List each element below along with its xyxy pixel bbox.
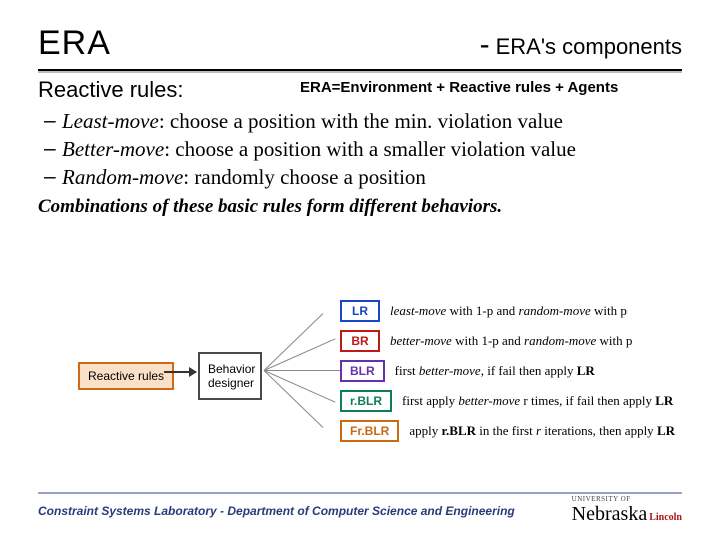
arrow-icon [164, 371, 196, 373]
rule-code-box: Fr.BLR [340, 420, 399, 442]
rule-desc: better-move with 1-p and random-move wit… [390, 333, 632, 349]
bullet-name: Better-move [62, 137, 164, 161]
logo-lincoln: Lincoln [649, 512, 682, 523]
header-left: ERA [38, 24, 111, 63]
bullet-name: Random-move [62, 165, 183, 189]
bullet-dash: – [44, 108, 62, 135]
bullet-desc: : randomly choose a position [183, 165, 426, 189]
connector-line [264, 370, 324, 428]
rule-desc: least-move with 1-p and random-move with… [390, 303, 627, 319]
bullet-dash: – [44, 136, 62, 163]
connector-line [264, 370, 336, 403]
rule-row: LR least-move with 1-p and random-move w… [340, 300, 627, 322]
rule-row: BR better-move with 1-p and random-move … [340, 330, 632, 352]
header-right: -ERA's components [480, 28, 682, 62]
content-block: Reactive rules: – Least-move: choose a p… [0, 96, 720, 219]
rule-row: Fr.BLR apply r.BLR in the first r iterat… [340, 420, 675, 442]
bullet-desc: : choose a position with a smaller viola… [164, 137, 576, 161]
logo-nebraska: Nebraska [572, 503, 648, 525]
connector-line [264, 370, 340, 371]
rule-desc: first apply better-move r times, if fail… [402, 393, 673, 409]
conclusion-line: Combinations of these basic rules form d… [38, 195, 682, 219]
header-subtitle: ERA's components [496, 34, 682, 59]
rule-code-box: BLR [340, 360, 385, 382]
footer-rule [38, 492, 682, 494]
rule-code-box: BR [340, 330, 380, 352]
rule-row: BLR first better-move, if fail then appl… [340, 360, 595, 382]
logo-university-of: UNIVERSITY OF [572, 495, 682, 503]
header-dash: - [480, 28, 496, 61]
behavior-diagram: Reactive rules Behavior designer LR leas… [78, 300, 678, 460]
reactive-rules-box: Reactive rules [78, 362, 174, 390]
rule-code-box: r.BLR [340, 390, 392, 412]
connector-line [264, 313, 324, 371]
connector-line [264, 338, 336, 371]
slide-header: ERA -ERA's components [0, 0, 720, 67]
footer-lab: Constraint Systems Laboratory - Departme… [38, 504, 515, 518]
rule-desc: apply r.BLR in the first r iterations, t… [409, 423, 675, 439]
behavior-designer-box: Behavior designer [198, 352, 262, 400]
bullet-list: – Least-move: choose a position with the… [44, 108, 682, 191]
bullet-name: Least-move [62, 109, 159, 133]
bullet-item: – Better-move: choose a position with a … [44, 136, 682, 163]
university-logo: UNIVERSITY OF NebraskaLincoln [572, 495, 682, 526]
rule-row: r.BLR first apply better-move r times, i… [340, 390, 673, 412]
bullet-item: – Random-move: randomly choose a positio… [44, 164, 682, 191]
bullet-item: – Least-move: choose a position with the… [44, 108, 682, 135]
slide-footer: Constraint Systems Laboratory - Departme… [38, 495, 682, 526]
bullet-dash: – [44, 164, 62, 191]
rule-desc: first better-move, if fail then apply LR [395, 363, 595, 379]
bullet-desc: : choose a position with the min. violat… [159, 109, 563, 133]
rule-code-box: LR [340, 300, 380, 322]
